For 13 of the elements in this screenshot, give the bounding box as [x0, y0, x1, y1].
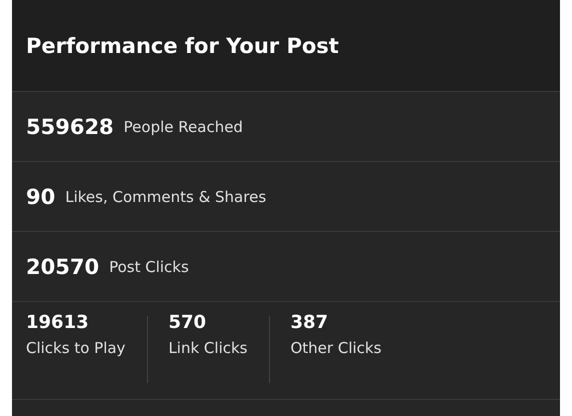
metric-label: Post Clicks: [109, 258, 189, 276]
breakdown-value: 387: [290, 312, 330, 333]
metric-value: 559628: [26, 114, 114, 138]
metric-label: People Reached: [124, 118, 243, 136]
breakdown-value: 19613: [26, 312, 90, 333]
breakdown-value: 570: [168, 312, 208, 333]
metric-value: 20570: [26, 254, 100, 278]
breakdown-label: Other Clicks: [290, 339, 382, 357]
breakdown-label: Link Clicks: [168, 339, 248, 357]
panel-title: Performance for Your Post: [26, 34, 339, 58]
breakdown-label: Clicks to Play: [26, 339, 126, 357]
metric-label: Likes, Comments & Shares: [65, 188, 266, 206]
metric-value: 90: [26, 184, 56, 208]
